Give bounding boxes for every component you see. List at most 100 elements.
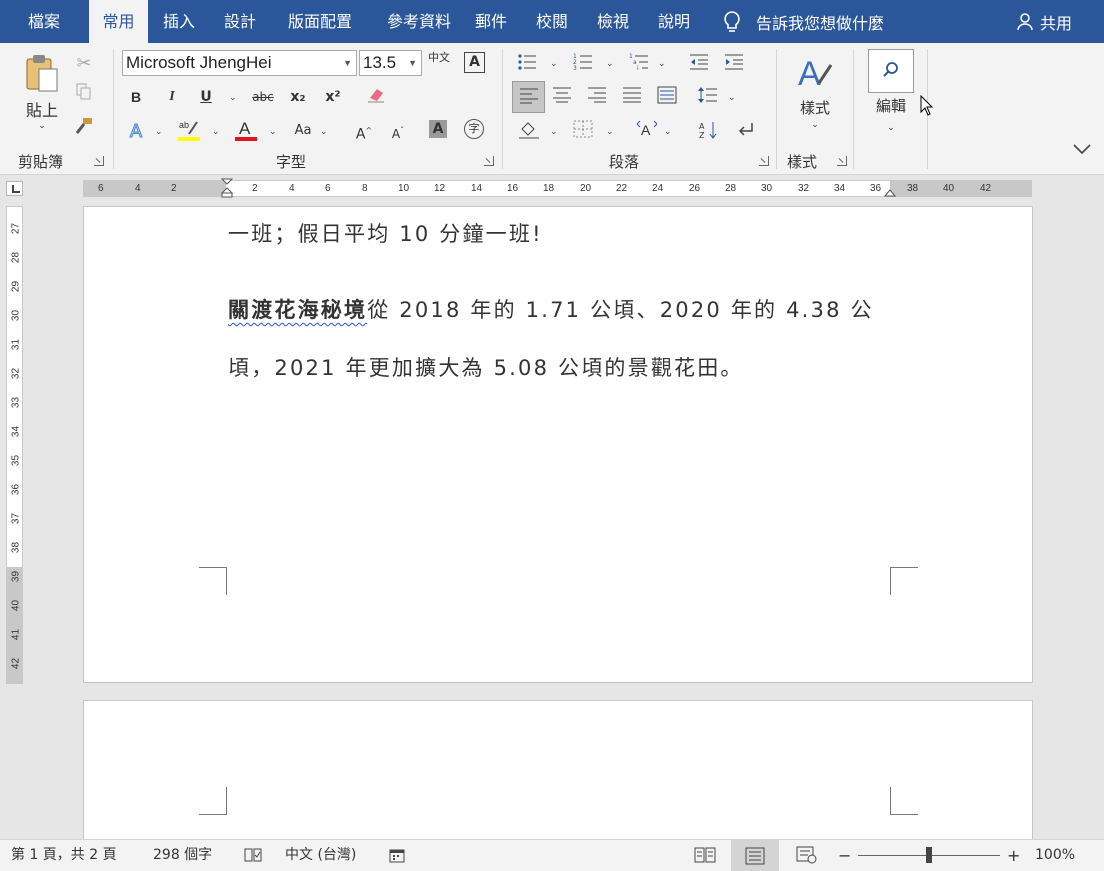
book-check-icon [244, 848, 262, 862]
clipboard-launcher-icon[interactable] [94, 156, 104, 166]
zoom-out-button[interactable]: − [838, 840, 851, 871]
clipboard-icon [26, 55, 58, 92]
italic-button[interactable]: I [162, 86, 182, 110]
shrink-font-button[interactable]: Aˇ [388, 120, 408, 144]
distributed-button[interactable] [656, 86, 678, 110]
paragraph-launcher-icon[interactable] [759, 156, 769, 166]
tab-home[interactable]: 常用 [89, 0, 148, 43]
tab-references[interactable]: 參考資料 [371, 0, 467, 43]
share-button[interactable]: 共用 [1016, 0, 1072, 43]
styles-button[interactable]: A 樣式 ⌄ [792, 53, 838, 143]
tab-design[interactable]: 設計 [211, 0, 269, 43]
sort-button[interactable]: AZ [697, 120, 719, 144]
chevron-down-icon[interactable]: ⌄ [269, 127, 277, 137]
vertical-ruler[interactable]: 27 28 29 30 31 32 33 34 35 36 37 38 39 40 41 42 [6, 206, 23, 684]
grow-font-icon: A [355, 126, 366, 143]
ruler-tick-label: 22 [616, 183, 628, 194]
strikethrough-button[interactable]: abc [250, 86, 276, 110]
print-layout-button[interactable] [731, 840, 779, 871]
clear-formatting-button[interactable] [364, 86, 388, 110]
text-effects-button[interactable]: A [126, 120, 148, 144]
chevron-down-icon[interactable]: ⌄ [229, 93, 237, 103]
phonetic-guide-button[interactable]: 中文 [427, 52, 451, 76]
language[interactable]: 中文 (台灣) [285, 840, 356, 871]
tab-selector[interactable] [6, 181, 23, 196]
page-count[interactable]: 第 1 頁，共 2 頁 [11, 840, 117, 871]
copy-icon[interactable] [72, 83, 96, 107]
zoom-level[interactable]: 100% [1035, 840, 1075, 871]
tab-layout[interactable]: 版面配置 [272, 0, 368, 43]
chevron-down-icon[interactable]: ⌄ [550, 127, 558, 137]
macro-button[interactable] [389, 840, 405, 871]
shading-button[interactable] [517, 120, 541, 144]
char-shading-button[interactable]: A [429, 120, 447, 138]
tab-view[interactable]: 檢視 [584, 0, 642, 43]
styles-launcher-icon[interactable] [837, 156, 847, 166]
multilevel-list-button[interactable]: 1ai [628, 53, 650, 77]
highlight-button[interactable]: ab [176, 118, 202, 142]
ruler-tick-label: 41 [10, 628, 22, 641]
chevron-down-icon[interactable]: ⌄ [550, 59, 558, 69]
font-launcher-icon[interactable] [484, 156, 494, 166]
font-color-button[interactable]: A [233, 118, 259, 142]
proofing-button[interactable] [243, 840, 263, 871]
font-name-input[interactable]: Microsoft JhengHei ▼ [122, 50, 357, 76]
chevron-down-icon: ⌄ [38, 121, 46, 131]
tab-file[interactable]: 檔案 [12, 0, 76, 43]
decrease-indent-button[interactable] [688, 53, 710, 77]
editing-button[interactable] [868, 49, 914, 93]
chevron-down-icon[interactable]: ⌄ [212, 127, 220, 137]
superscript-button[interactable]: x² [322, 86, 344, 110]
format-painter-icon[interactable] [72, 117, 96, 141]
document-page-2[interactable] [83, 700, 1033, 839]
chevron-down-icon[interactable]: ⌄ [664, 127, 672, 137]
align-left-button[interactable] [512, 81, 545, 113]
asian-layout-button[interactable]: A [635, 120, 659, 144]
dropdown-arrow-icon[interactable]: ▼ [343, 51, 352, 75]
font-size-input[interactable]: 13.5 ▼ [359, 50, 422, 76]
line-spacing-button[interactable] [697, 86, 719, 110]
grow-font-button[interactable]: A^ [354, 120, 374, 144]
paste-button[interactable]: 貼上 ⌄ [20, 53, 64, 131]
horizontal-ruler[interactable]: 6 4 2 2 4 6 8 10 12 14 16 18 20 22 24 26 28 30 32 34 36 38 40 4… [83, 178, 1032, 198]
tab-review[interactable]: 校閱 [523, 0, 581, 43]
chevron-down-icon[interactable]: ⌄ [868, 117, 914, 141]
change-case-button[interactable]: Aa [291, 120, 315, 144]
tab-insert[interactable]: 插入 [150, 0, 208, 43]
chevron-down-icon[interactable]: ⌄ [728, 93, 736, 103]
enclose-char-button[interactable]: 字 [464, 119, 484, 139]
web-layout-button[interactable] [796, 840, 818, 871]
subscript-button[interactable]: x₂ [287, 86, 309, 110]
collapse-ribbon-button[interactable] [1070, 141, 1094, 165]
zoom-in-button[interactable]: + [1007, 840, 1020, 871]
align-center-button[interactable] [551, 86, 573, 110]
char-border-button[interactable]: A [464, 52, 485, 73]
read-mode-button[interactable] [694, 840, 716, 871]
left-margin-area [84, 181, 226, 196]
increase-indent-button[interactable] [723, 53, 745, 77]
chevron-down-icon[interactable]: ⌄ [606, 59, 614, 69]
borders-button[interactable] [572, 120, 594, 144]
bullets-button[interactable] [516, 53, 538, 77]
zoom-slider-thumb[interactable] [926, 847, 932, 863]
cut-icon[interactable]: ✂ [72, 53, 96, 77]
underline-button[interactable]: U [196, 86, 216, 110]
numbering-button[interactable]: 123 [572, 53, 594, 77]
dropdown-arrow-icon[interactable]: ▼ [408, 51, 417, 75]
indent-marker-icon[interactable] [220, 178, 234, 198]
chevron-down-icon[interactable]: ⌄ [606, 127, 614, 137]
show-marks-button[interactable] [735, 120, 757, 144]
justify-button[interactable] [621, 86, 643, 110]
chevron-down-icon[interactable]: ⌄ [658, 59, 666, 69]
chevron-down-icon [1073, 144, 1091, 155]
word-count[interactable]: 298 個字 [153, 840, 212, 871]
tab-help[interactable]: 說明 [645, 0, 703, 43]
document-page-1[interactable] [83, 206, 1033, 683]
tab-mailings[interactable]: 郵件 [462, 0, 520, 43]
tell-me-search[interactable]: 告訴我您想做什麼 [722, 0, 884, 43]
align-right-button[interactable] [586, 86, 608, 110]
right-indent-marker-icon[interactable] [884, 189, 896, 198]
chevron-down-icon[interactable]: ⌄ [320, 127, 328, 137]
bold-button[interactable]: B [126, 86, 146, 110]
chevron-down-icon[interactable]: ⌄ [155, 127, 163, 137]
